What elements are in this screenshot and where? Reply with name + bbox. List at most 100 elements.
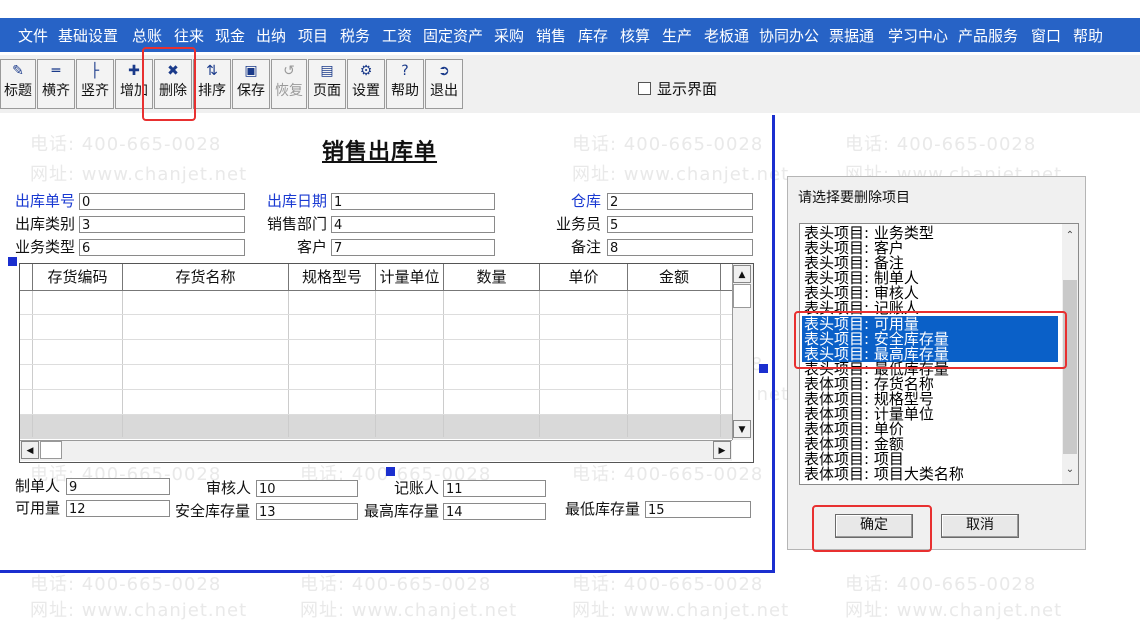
grid-header-index xyxy=(20,264,33,291)
save-icon: ▣ xyxy=(244,63,258,79)
grid-header-spec[interactable]: 规格型号 xyxy=(289,264,376,291)
settings-button[interactable]: ⚙ 设置 xyxy=(347,59,385,109)
grid-total-row xyxy=(20,415,732,439)
h-align-button[interactable]: ═ 横齐 xyxy=(37,59,75,109)
scroll-left-icon[interactable]: ◀ xyxy=(21,441,39,459)
reviewer-label: 审核人 xyxy=(206,479,252,497)
menu-help[interactable]: 帮助 xyxy=(1073,25,1103,46)
save-button[interactable]: ▣ 保存 xyxy=(232,59,270,109)
menu-general-ledger[interactable]: 总账 xyxy=(132,25,162,46)
watermark-site: 网址: www.chanjet.net xyxy=(300,600,518,621)
ok-highlight-box xyxy=(812,505,932,552)
warehouse-label: 仓库 xyxy=(571,192,602,210)
h-align-icon: ═ xyxy=(51,63,61,79)
customer-field[interactable]: 7 xyxy=(331,239,495,256)
sort-button[interactable]: ⇅ 排序 xyxy=(193,59,231,109)
resize-handle[interactable] xyxy=(759,364,768,373)
menu-fixed-assets[interactable]: 固定资产 xyxy=(423,25,483,46)
menu-learning[interactable]: 学习中心 xyxy=(888,25,948,46)
maker-field[interactable]: 9 xyxy=(66,478,170,495)
page-button[interactable]: ▤ 页面 xyxy=(308,59,346,109)
salesman-label: 业务员 xyxy=(556,215,602,233)
grid-header-code[interactable]: 存货编码 xyxy=(33,264,123,291)
menu-purchase[interactable]: 采购 xyxy=(494,25,524,46)
grid-header-qty[interactable]: 数量 xyxy=(444,264,540,291)
grid-horizontal-scrollbar[interactable]: ◀ ▶ xyxy=(20,440,732,461)
menu-collaboration[interactable]: 协同办公 xyxy=(759,25,819,46)
chevron-up-icon[interactable]: ⌃ xyxy=(1062,228,1078,244)
chevron-down-icon[interactable]: ⌄ xyxy=(1062,462,1078,478)
remark-field[interactable]: 8 xyxy=(607,239,753,256)
exit-icon: ➲ xyxy=(438,63,450,79)
scroll-right-icon[interactable]: ▶ xyxy=(713,441,731,459)
grid-header-name[interactable]: 存货名称 xyxy=(123,264,289,291)
cancel-button[interactable]: 取消 xyxy=(941,514,1019,538)
menu-products[interactable]: 产品服务 xyxy=(958,25,1018,46)
watermark-site: 网址: www.chanjet.net xyxy=(30,600,248,621)
sort-icon: ⇅ xyxy=(206,63,218,79)
out-date-label: 出库日期 xyxy=(267,192,328,210)
grid-vertical-scrollbar[interactable]: ▲ ▼ xyxy=(732,264,753,440)
settings-icon: ⚙ xyxy=(359,63,373,79)
menu-production[interactable]: 生产 xyxy=(662,25,692,46)
available-field[interactable]: 12 xyxy=(66,500,170,517)
detail-grid[interactable]: 存货编码 存货名称 规格型号 计量单位 数量 单价 金额 ▲ ▼ ◀ ▶ xyxy=(19,263,754,463)
menu-window[interactable]: 窗口 xyxy=(1031,25,1061,46)
grid-row xyxy=(20,364,732,365)
safety-stock-field[interactable]: 13 xyxy=(256,503,358,520)
menu-accounting[interactable]: 核算 xyxy=(620,25,650,46)
grid-row xyxy=(20,414,732,415)
watermark-phone: 电话: 400-665-0028 xyxy=(300,574,492,595)
resize-handle[interactable] xyxy=(386,467,395,476)
resize-handle[interactable] xyxy=(8,257,17,266)
watermark-site: 网址: www.chanjet.net xyxy=(845,600,1063,621)
watermark-site: 网址: www.chanjet.net xyxy=(572,600,790,621)
watermark-phone: 电话: 400-665-0028 xyxy=(572,574,764,595)
out-no-label: 出库单号 xyxy=(15,192,76,210)
menu-project[interactable]: 项目 xyxy=(298,25,328,46)
sales-dept-field[interactable]: 4 xyxy=(331,216,495,233)
menu-payroll[interactable]: 工资 xyxy=(382,25,412,46)
salesman-field[interactable]: 5 xyxy=(607,216,753,233)
safety-stock-label: 安全库存量 xyxy=(175,502,251,520)
menu-tax[interactable]: 税务 xyxy=(340,25,370,46)
show-interface-checkbox[interactable]: 显示界面 xyxy=(638,78,717,99)
watermark-phone: 电话: 400-665-0028 xyxy=(845,134,1037,155)
restore-button[interactable]: ↺ 恢复 xyxy=(271,59,307,109)
watermark-phone: 电话: 400-665-0028 xyxy=(845,574,1037,595)
menu-cashier[interactable]: 出纳 xyxy=(256,25,286,46)
menu-file[interactable]: 文件 xyxy=(18,25,48,46)
menu-bills[interactable]: 票据通 xyxy=(829,25,874,46)
out-no-field[interactable]: 0 xyxy=(79,193,245,210)
checkbox-icon xyxy=(638,82,651,95)
menu-sales[interactable]: 销售 xyxy=(536,25,566,46)
biz-type-label: 业务类型 xyxy=(15,238,76,256)
min-stock-field[interactable]: 15 xyxy=(645,501,751,518)
bookkeeper-field[interactable]: 11 xyxy=(443,480,546,497)
out-type-field[interactable]: 3 xyxy=(79,216,245,233)
warehouse-field[interactable]: 2 xyxy=(607,193,753,210)
menu-cash[interactable]: 现金 xyxy=(215,25,245,46)
list-item[interactable]: 表体项目: 项目大类名称 xyxy=(804,467,964,482)
title-button[interactable]: ✎ 标题 xyxy=(0,59,36,109)
max-stock-field[interactable]: 14 xyxy=(443,503,546,520)
grid-header-price[interactable]: 单价 xyxy=(540,264,628,291)
scroll-thumb[interactable] xyxy=(733,284,751,308)
menu-inventory[interactable]: 库存 xyxy=(578,25,608,46)
grid-header-unit[interactable]: 计量单位 xyxy=(376,264,444,291)
exit-button[interactable]: ➲ 退出 xyxy=(425,59,463,109)
scroll-down-icon[interactable]: ▼ xyxy=(733,420,751,438)
menu-boss[interactable]: 老板通 xyxy=(704,25,749,46)
menu-basic-settings[interactable]: 基础设置 xyxy=(58,25,118,46)
scroll-up-icon[interactable]: ▲ xyxy=(733,265,751,283)
scroll-thumb[interactable] xyxy=(40,441,62,459)
help-button[interactable]: ? 帮助 xyxy=(386,59,424,109)
bookkeeper-label: 记账人 xyxy=(394,479,440,497)
out-date-field[interactable]: 1 xyxy=(331,193,495,210)
reviewer-field[interactable]: 10 xyxy=(256,480,358,497)
biz-type-field[interactable]: 6 xyxy=(79,239,245,256)
max-stock-label: 最高库存量 xyxy=(364,502,440,520)
v-align-button[interactable]: ├ 竖齐 xyxy=(76,59,114,109)
menu-accounts[interactable]: 往来 xyxy=(174,25,204,46)
grid-header-amount[interactable]: 金额 xyxy=(628,264,721,291)
